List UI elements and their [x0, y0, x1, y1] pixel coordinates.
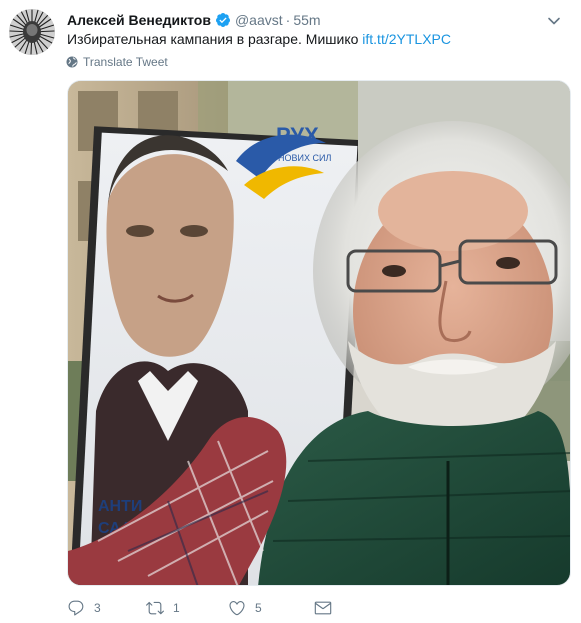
- avatar[interactable]: [9, 9, 55, 55]
- reply-count: 3: [94, 601, 101, 615]
- reply-button[interactable]: 3: [66, 598, 145, 618]
- avatar-image: [9, 9, 55, 55]
- tweet-header: Алексей Венедиктов @aavst · 55m: [67, 10, 545, 30]
- poster-brand: РУХ: [276, 123, 319, 148]
- retweet-button[interactable]: 1: [145, 598, 227, 618]
- tweet-text-body: Избирательная кампания в разгаре. Мишико: [67, 31, 363, 47]
- retweet-icon: [145, 598, 165, 618]
- verified-badge-icon: [215, 12, 231, 28]
- tweet-text: Избирательная кампания в разгаре. Мишико…: [67, 29, 561, 49]
- author-handle[interactable]: @aavst: [235, 10, 283, 30]
- tweet-actions: 3 1 5: [66, 598, 333, 618]
- separator-dot: ·: [285, 12, 291, 28]
- poster-subtitle: НОВИХ СИЛ: [278, 153, 331, 163]
- author-name[interactable]: Алексей Венедиктов: [67, 10, 211, 30]
- tweet-card: Алексей Венедиктов @aavst · 55m Избирате…: [0, 0, 581, 623]
- like-button[interactable]: 5: [227, 598, 313, 618]
- tweet-timestamp[interactable]: 55m: [293, 10, 320, 30]
- direct-message-button[interactable]: [313, 598, 333, 618]
- envelope-icon: [313, 598, 333, 618]
- reply-icon: [66, 598, 86, 618]
- tweet-photo[interactable]: РУХ НОВИХ СИЛ АНТИ СААК: [67, 80, 571, 586]
- like-count: 5: [255, 601, 262, 615]
- translate-tweet-button[interactable]: Translate Tweet: [66, 54, 168, 70]
- translate-label: Translate Tweet: [83, 55, 168, 69]
- tweet-link[interactable]: ift.tt/2YTLXPC: [362, 31, 451, 47]
- chevron-down-icon[interactable]: [545, 12, 563, 30]
- globe-icon: [66, 56, 78, 68]
- heart-icon: [227, 598, 247, 618]
- retweet-count: 1: [173, 601, 180, 615]
- photo-image: РУХ НОВИХ СИЛ АНТИ СААК: [68, 81, 570, 585]
- poster-bottom-line1: АНТИ: [98, 498, 142, 515]
